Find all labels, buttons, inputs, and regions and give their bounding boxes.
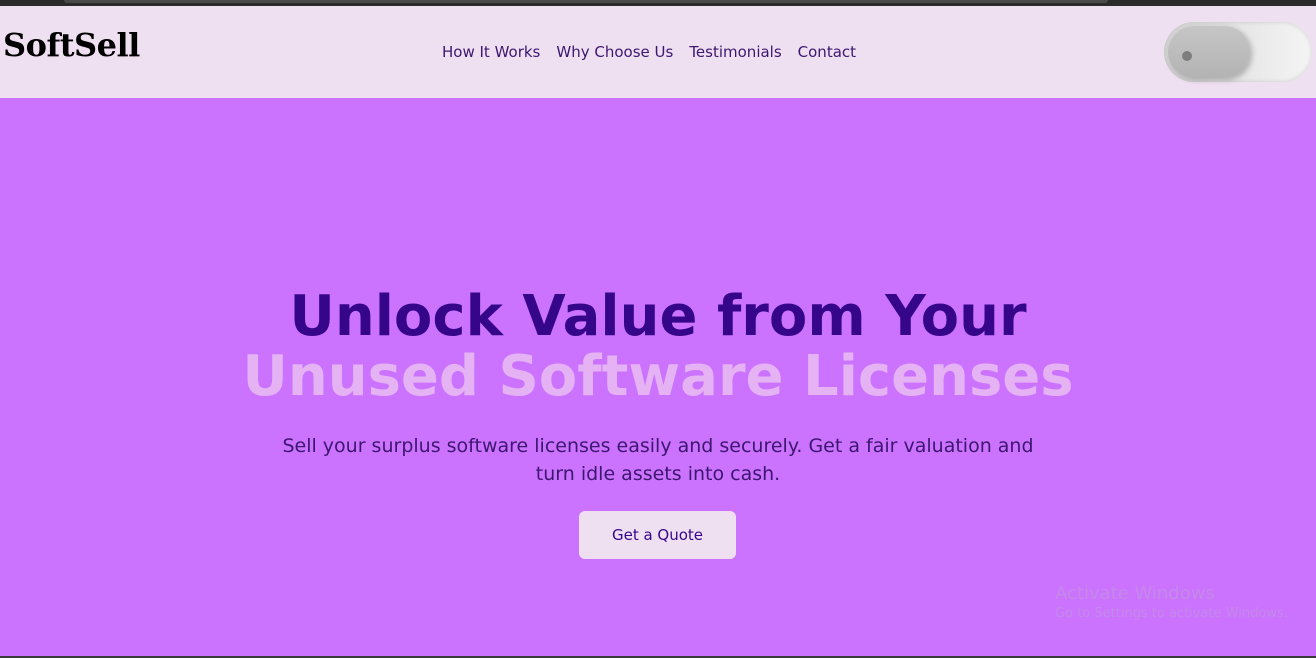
browser-tab-edge: [64, 0, 1108, 3]
nav-links: How It Works Why Choose Us Testimonials …: [442, 43, 856, 61]
logo[interactable]: SoftSell: [3, 26, 140, 64]
watermark-title: Activate Windows: [1055, 583, 1215, 604]
toggle-indicator-icon: [1182, 51, 1192, 61]
nav-link-how-it-works[interactable]: How It Works: [442, 43, 540, 61]
get-quote-button[interactable]: Get a Quote: [579, 511, 736, 559]
nav-link-why-choose-us[interactable]: Why Choose Us: [556, 43, 673, 61]
hero-section: Unlock Value from Your Unused Software L…: [0, 98, 1316, 656]
toggle-knob: [1168, 26, 1250, 78]
nav-link-contact[interactable]: Contact: [798, 43, 856, 61]
windows-activation-watermark: Activate Windows Go to Settings to activ…: [1055, 583, 1288, 623]
watermark-subtitle: Go to Settings to activate Windows.: [1055, 606, 1288, 621]
hero-title-line2: Unused Software Licenses: [242, 344, 1074, 409]
hero-subtitle: Sell your surplus software licenses easi…: [282, 435, 1034, 485]
navbar: SoftSell How It Works Why Choose Us Test…: [0, 6, 1316, 98]
hero-title-line1: Unlock Value from Your: [289, 284, 1027, 349]
nav-link-testimonials[interactable]: Testimonials: [689, 43, 781, 61]
theme-toggle[interactable]: [1164, 22, 1312, 82]
